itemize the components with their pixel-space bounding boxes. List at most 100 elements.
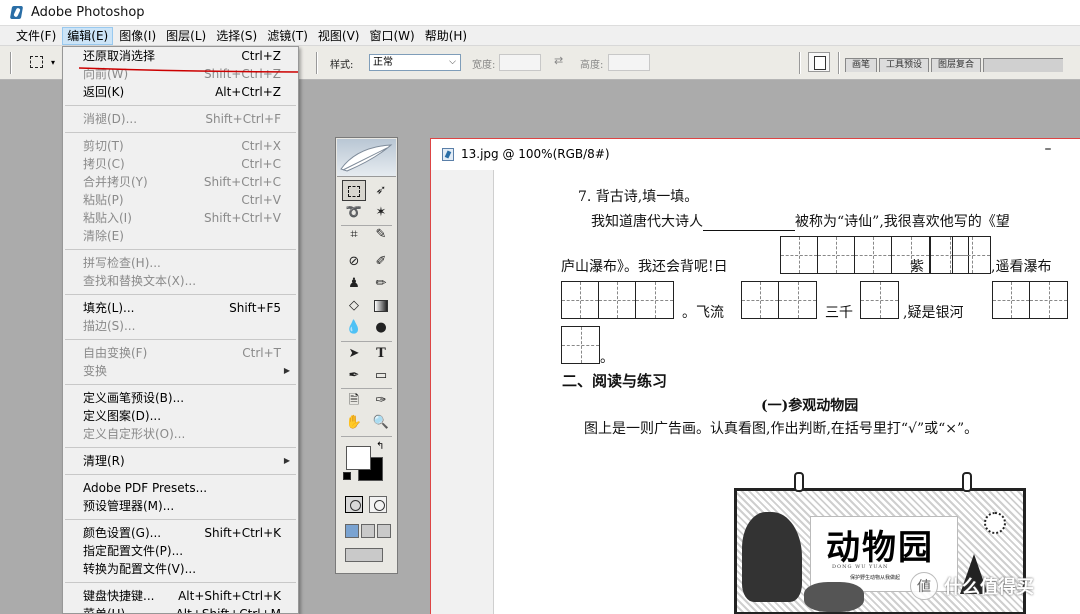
foreground-color-swatch[interactable] <box>346 446 371 470</box>
edit-menu-item[interactable]: 定义图案(D)... <box>63 407 298 425</box>
brush-tool-icon[interactable]: ✐ <box>369 251 393 272</box>
style-select-value: 正常 <box>373 57 393 68</box>
edit-menu-item[interactable]: 填充(L)... Shift+F5 <box>63 299 298 317</box>
edit-menu-item: 粘贴入(I) Shift+Ctrl+V <box>63 209 298 227</box>
edit-menu-item[interactable]: 颜色设置(G)... Shift+Ctrl+K <box>63 524 298 542</box>
crop-tool-icon[interactable]: ⌗ <box>342 224 366 245</box>
zoom-tool-icon[interactable]: 🔍 <box>369 412 393 433</box>
ad-slogan: 保护野生动物从我做起 <box>850 575 901 581</box>
palette-tab-brushes[interactable]: 画笔 <box>845 58 878 72</box>
blur-tool-icon[interactable]: 💧 <box>342 317 366 338</box>
rectangle-shape-tool-icon[interactable]: ▭ <box>369 365 393 386</box>
width-field[interactable] <box>499 54 541 71</box>
paper-clip-icon <box>962 472 972 492</box>
edit-menu-item: 拼写检查(H)... <box>63 254 298 272</box>
move-tool-icon[interactable]: ➶ <box>369 180 393 201</box>
lasso-tool-icon[interactable]: ➰ <box>342 202 366 223</box>
edit-menu-item[interactable]: 返回(K) Alt+Ctrl+Z <box>63 83 298 101</box>
document-canvas[interactable]: 7. 背古诗,填一填。 我知道唐代大诗人 被称为“诗仙”,我很喜欢他写的《望 庐山… <box>494 170 1080 614</box>
history-brush-tool-icon[interactable]: ✏ <box>369 273 393 294</box>
menu-5[interactable]: 滤镜(T) <box>263 27 312 45</box>
notes-tool-icon[interactable]: 🗎 <box>342 390 366 411</box>
clone-stamp-tool-icon[interactable]: ♟ <box>342 273 366 294</box>
file-browser-icon[interactable] <box>808 52 830 72</box>
menu-separator <box>65 294 296 295</box>
animals-illustration <box>804 582 864 612</box>
menu-separator <box>65 519 296 520</box>
default-colors-icon[interactable] <box>343 472 351 480</box>
edit-menu-item[interactable]: 还原取消选择 Ctrl+Z <box>63 47 298 65</box>
edit-menu-item[interactable]: 转换为配置文件(V)... <box>63 560 298 578</box>
options-bar-grip[interactable] <box>10 52 12 74</box>
dodge-tool-icon[interactable]: ● <box>369 317 393 338</box>
menu-1[interactable]: 编辑(E) <box>62 26 114 45</box>
question-heading: 7. 背古诗,填一填。 <box>578 189 699 205</box>
palette-well: 画笔 工具预设 图层复合 <box>845 58 1064 72</box>
menu-bar: 文件(F) 编辑(E) 图像(I) 图层(L) 选择(S) 滤镜(T) 视图(V) 窗口(W)… <box>0 26 1080 46</box>
eyedropper-tool-icon[interactable]: ✑ <box>369 390 393 411</box>
menu-8[interactable]: 帮助(H) <box>421 27 471 45</box>
edit-menu-item[interactable]: 键盘快捷键... Alt+Shift+Ctrl+K <box>63 587 298 605</box>
menu-3[interactable]: 图层(L) <box>162 27 210 45</box>
style-select[interactable]: 正常 ⌵ <box>369 54 461 71</box>
feather-logo-icon[interactable] <box>337 139 396 177</box>
toolbox-separator <box>341 436 392 437</box>
full-screen-menu-mode-button[interactable] <box>361 524 375 538</box>
menu-separator <box>65 474 296 475</box>
instruction-text: 图上是一则广告画。认真看图,作出判断,在括号里打“√”或“×”。 <box>584 421 979 437</box>
width-label: 宽度: <box>472 60 496 71</box>
edit-menu-item[interactable]: 预设管理器(M)... <box>63 497 298 515</box>
edit-menu-item[interactable]: 指定配置文件(P)... <box>63 542 298 560</box>
menu-7[interactable]: 窗口(W) <box>365 27 418 45</box>
menu-6[interactable]: 视图(V) <box>314 27 364 45</box>
pen-tool-icon[interactable]: ✒ <box>342 365 366 386</box>
menu-4[interactable]: 选择(S) <box>212 27 261 45</box>
jump-to-imageready-icon[interactable] <box>345 548 383 562</box>
document-title-bar[interactable]: 13.jpg @ 100%(RGB/8#) – <box>431 139 1080 170</box>
photoshop-app-icon <box>9 5 25 21</box>
edit-menu-item: 合并拷贝(Y) Shift+Ctrl+C <box>63 173 298 191</box>
swap-colors-icon[interactable]: ↰ <box>376 441 384 452</box>
menu-item-label: 拼写检查(H)... <box>83 256 161 270</box>
edit-menu-item[interactable]: Adobe PDF Presets... <box>63 479 298 497</box>
toolbox: ➶ ➰ ✶ ⌗ ✎ ⊘ ✐ ♟ ✏ ◇ 💧 ● ➤ T ✒ ▭ 🗎 ✑ ✋ 🔍 … <box>335 137 398 574</box>
q7-text-3b: 三千 <box>825 305 853 321</box>
menu-separator <box>65 384 296 385</box>
standard-mode-button[interactable] <box>345 496 363 513</box>
tianzige-boxes <box>952 236 991 274</box>
path-selection-tool-icon[interactable]: ➤ <box>342 343 366 364</box>
menu-item-label: 菜单(U) <box>83 607 126 614</box>
magic-wand-tool-icon[interactable]: ✶ <box>369 202 393 223</box>
menu-item-label: Adobe PDF Presets... <box>83 481 208 495</box>
swap-width-height-icon[interactable]: ⇄ <box>554 54 563 67</box>
height-label: 高度: <box>580 60 604 71</box>
palette-tab-tool-presets[interactable]: 工具预设 <box>879 58 930 72</box>
marquee-tool-preset-button[interactable] <box>27 53 49 71</box>
palette-tab-layer-comps[interactable]: 图层复合 <box>931 58 982 72</box>
type-tool-icon[interactable]: T <box>369 343 393 364</box>
subsection-title: (一)参观动物园 <box>761 398 859 414</box>
q7-text-4a: 。 <box>600 350 614 366</box>
full-screen-mode-button[interactable] <box>377 524 391 538</box>
height-field[interactable] <box>608 54 650 71</box>
menu-item-label: 指定配置文件(P)... <box>83 544 184 558</box>
menu-separator <box>65 339 296 340</box>
edit-menu-item[interactable]: 定义画笔预设(B)... <box>63 389 298 407</box>
preset-chevron-down-icon[interactable]: ▾ <box>51 58 55 67</box>
hand-tool-icon[interactable]: ✋ <box>342 412 366 433</box>
eraser-tool-icon[interactable]: ◇ <box>342 295 366 316</box>
standard-screen-mode-button[interactable] <box>345 524 359 538</box>
menu-item-label: 还原取消选择 <box>83 49 156 63</box>
slice-tool-icon[interactable]: ✎ <box>369 224 393 245</box>
minimize-button[interactable]: – <box>1041 141 1055 157</box>
menu-2[interactable]: 图像(I) <box>115 27 160 45</box>
quick-mask-mode-button[interactable] <box>369 496 387 513</box>
healing-brush-tool-icon[interactable]: ⊘ <box>342 251 366 272</box>
gradient-tool-icon[interactable] <box>369 295 393 316</box>
edit-menu-item: 剪切(T) Ctrl+X <box>63 137 298 155</box>
menu-item-label: 粘贴入(I) <box>83 211 132 225</box>
menu-0[interactable]: 文件(F) <box>12 27 60 45</box>
edit-menu-item[interactable]: 清理(R) ▶ <box>63 452 298 470</box>
rect-marquee-tool[interactable] <box>342 180 366 201</box>
edit-menu-item[interactable]: 菜单(U) Alt+Shift+Ctrl+M <box>63 605 298 614</box>
